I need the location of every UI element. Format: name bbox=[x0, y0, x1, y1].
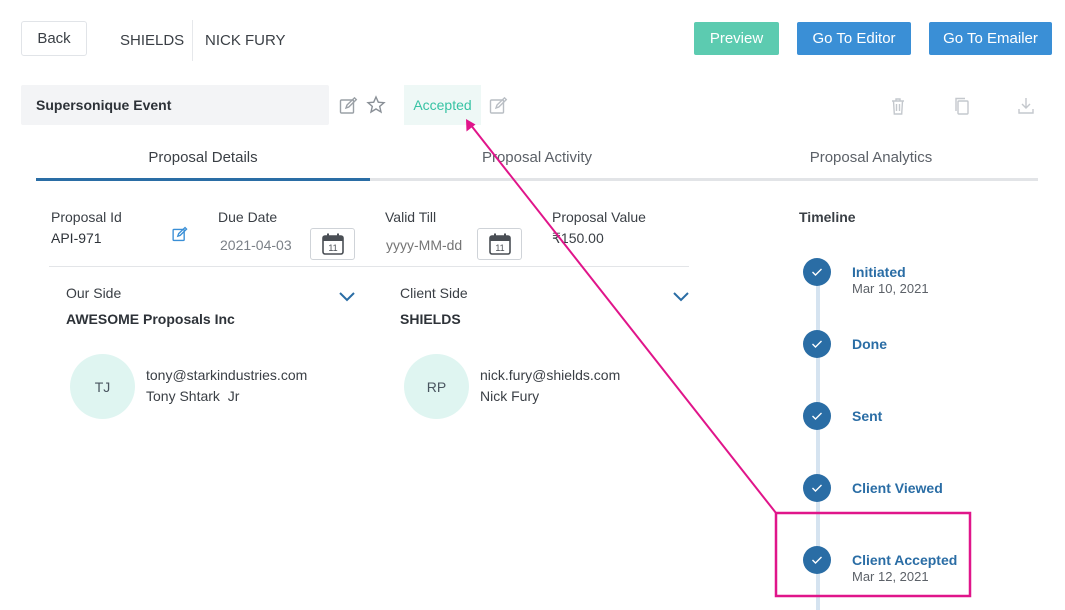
details-divider bbox=[49, 266, 689, 267]
tab-proposal-activity[interactable]: Proposal Activity bbox=[370, 149, 704, 166]
go-to-emailer-button[interactable]: Go To Emailer bbox=[929, 22, 1052, 55]
tab-proposal-details[interactable]: Proposal Details bbox=[36, 149, 370, 166]
check-icon bbox=[803, 546, 831, 574]
edit-title-icon[interactable] bbox=[338, 96, 358, 116]
valid-till-label: Valid Till bbox=[385, 209, 437, 225]
valid-till-input[interactable] bbox=[386, 237, 468, 253]
client-side-email: nick.fury@shields.com bbox=[480, 367, 621, 383]
timeline-step-label: Client Viewed bbox=[852, 480, 943, 496]
timeline-step-label: Done bbox=[852, 336, 887, 352]
our-side-contact-name: Tony Shtark Jr bbox=[146, 388, 240, 404]
client-side-contact-name: Nick Fury bbox=[480, 388, 540, 404]
avatar: RP bbox=[404, 354, 469, 419]
breadcrumb-divider bbox=[192, 20, 193, 61]
proposal-id-value: API-971 bbox=[51, 230, 102, 246]
proposal-id-label: Proposal Id bbox=[51, 209, 122, 225]
go-to-editor-button[interactable]: Go To Editor bbox=[797, 22, 911, 55]
check-icon bbox=[803, 402, 831, 430]
proposal-value: ₹150.00 bbox=[552, 230, 604, 246]
annotation-arrow-line bbox=[469, 123, 777, 514]
calendar-icon: 11 bbox=[321, 233, 344, 255]
edit-status-icon[interactable] bbox=[488, 96, 508, 116]
tab-proposal-analytics[interactable]: Proposal Analytics bbox=[704, 149, 1038, 166]
breadcrumb-client[interactable]: SHIELDS bbox=[120, 32, 184, 49]
check-icon bbox=[803, 474, 831, 502]
due-date-calendar-button[interactable]: 11 bbox=[310, 228, 355, 260]
tab-active-indicator bbox=[36, 178, 370, 181]
status-badge: Accepted bbox=[404, 85, 481, 125]
avatar: TJ bbox=[70, 354, 135, 419]
our-side-email: tony@starkindustries.com bbox=[146, 367, 308, 383]
timeline-step-label: Initiated bbox=[852, 264, 906, 280]
proposal-title[interactable]: Supersonique Event bbox=[21, 85, 329, 125]
due-date-label: Due Date bbox=[218, 209, 278, 225]
svg-text:11: 11 bbox=[328, 243, 337, 253]
trash-icon[interactable] bbox=[888, 96, 908, 116]
our-side-label: Our Side bbox=[66, 285, 122, 301]
proposal-value-label: Proposal Value bbox=[552, 209, 646, 225]
copy-icon[interactable] bbox=[952, 96, 972, 116]
breadcrumb-contact[interactable]: NICK FURY bbox=[205, 32, 286, 49]
our-side-company: AWESOME Proposals Inc bbox=[66, 311, 235, 327]
chevron-down-icon[interactable] bbox=[338, 290, 356, 302]
due-date-input[interactable]: 2021-04-03 bbox=[220, 237, 292, 253]
edit-proposal-id-icon[interactable] bbox=[171, 226, 188, 243]
timeline-title: Timeline bbox=[799, 209, 856, 225]
check-icon bbox=[803, 258, 831, 286]
valid-till-calendar-button[interactable]: 11 bbox=[477, 228, 522, 260]
timeline-step-date: Mar 10, 2021 bbox=[852, 281, 929, 296]
calendar-icon: 11 bbox=[488, 233, 511, 255]
preview-button[interactable]: Preview bbox=[694, 22, 779, 55]
chevron-down-icon[interactable] bbox=[672, 290, 690, 302]
timeline-step-label: Sent bbox=[852, 408, 883, 424]
timeline-step-date: Mar 12, 2021 bbox=[852, 569, 929, 584]
back-button[interactable]: Back bbox=[21, 21, 87, 56]
star-icon[interactable] bbox=[366, 95, 386, 115]
client-side-company: SHIELDS bbox=[400, 311, 461, 327]
client-side-label: Client Side bbox=[400, 285, 468, 301]
check-icon bbox=[803, 330, 831, 358]
svg-text:11: 11 bbox=[495, 243, 504, 253]
timeline-step-label: Client Accepted bbox=[852, 552, 958, 568]
download-icon[interactable] bbox=[1016, 96, 1036, 116]
